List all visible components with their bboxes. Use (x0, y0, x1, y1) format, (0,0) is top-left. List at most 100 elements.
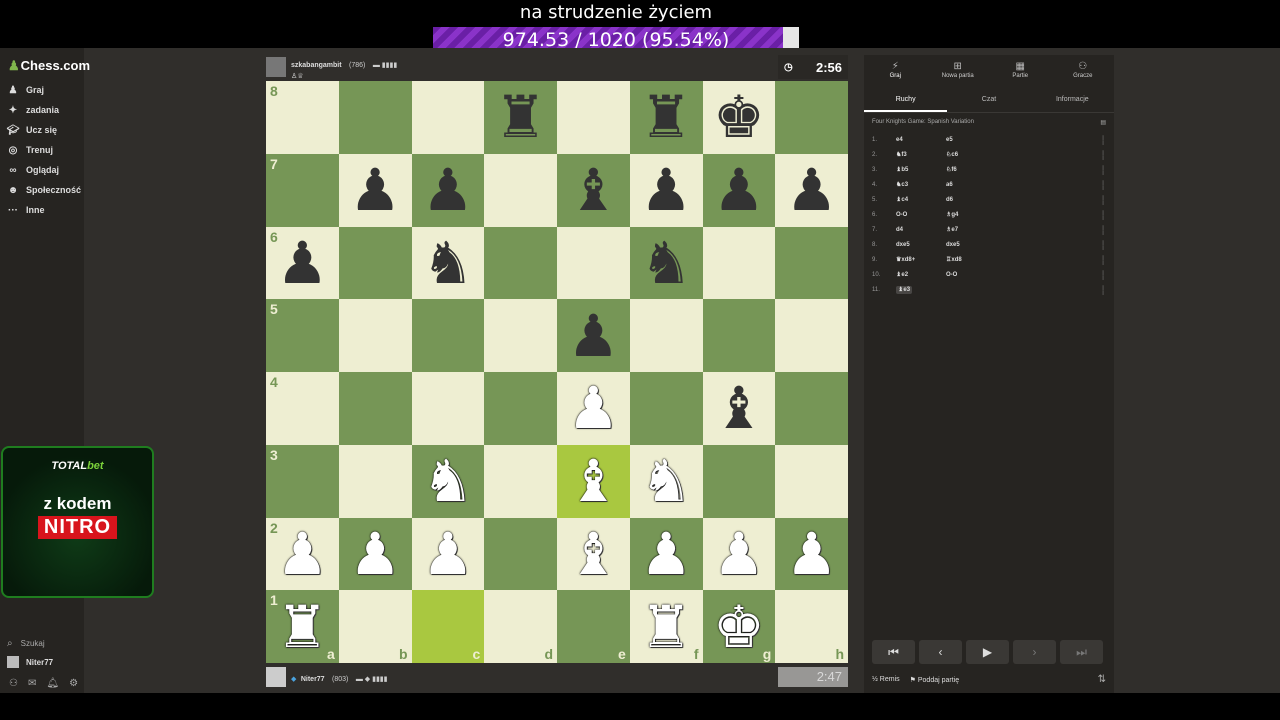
white-move[interactable]: ♞c3 (896, 182, 908, 188)
square-g6[interactable] (702, 226, 776, 300)
sidebar-item-4[interactable]: ∞ Oglądaj (7, 161, 59, 179)
offer-draw-button[interactable]: ½ Remis (872, 676, 900, 683)
sidebar-item-6[interactable]: ··· Inne (7, 201, 45, 219)
panel-tab-2[interactable]: ▦ Partie (989, 55, 1052, 85)
black-move[interactable]: ♖xd8 (946, 256, 1006, 263)
black-move[interactable]: dxe5 (946, 242, 1006, 248)
sub-tab-1[interactable]: Czat (947, 87, 1030, 112)
black-pawn-icon[interactable]: ♟ (786, 161, 838, 219)
square-b8[interactable] (338, 81, 412, 154)
square-b1[interactable]: b (338, 590, 412, 663)
sidebar-item-0[interactable]: ♟ Graj (7, 81, 45, 99)
black-king-icon[interactable]: ♚ (713, 88, 765, 146)
mail-icon[interactable]: ✉ (28, 678, 36, 689)
white-rook-icon[interactable]: ♜ (276, 598, 328, 656)
square-h2[interactable]: ♟ (775, 517, 848, 591)
black-pawn-icon[interactable]: ♟ (422, 161, 474, 219)
square-b5[interactable] (338, 299, 412, 372)
white-knight-icon[interactable]: ♞ (422, 452, 474, 510)
chess-board[interactable]: 8 ♜ ♜ ♚ 7 ♟ ♟ ♝ ♟ ♟ ♟ 6 ♟ ♞ ♞ 5 ♟ 4 ♟ ♝ 3 ♞ ♝ ♞ 2 ♟ ♟ ♟ ♝ ♟ ♟ ♟ 1 a ♜ b c d e f… (266, 81, 848, 663)
black-pawn-icon[interactable]: ♟ (567, 307, 619, 365)
white-bishop-icon[interactable]: ♝ (567, 525, 619, 583)
square-h6[interactable] (775, 226, 848, 300)
square-f1[interactable]: f ♜ (629, 590, 703, 663)
white-move[interactable]: ♝e3 (896, 286, 913, 294)
square-h8[interactable] (775, 81, 848, 154)
bell-icon[interactable]: 🔔︎ (46, 678, 59, 689)
square-h3[interactable] (775, 444, 848, 518)
square-e1[interactable]: e (557, 590, 630, 663)
white-pawn-icon[interactable]: ♟ (422, 525, 474, 583)
flip-board-icon[interactable]: ⇅ (1098, 674, 1106, 685)
square-g7[interactable]: ♟ (702, 153, 776, 227)
black-pawn-icon[interactable]: ♟ (713, 161, 765, 219)
sub-tab-2[interactable]: Informacje (1031, 87, 1114, 112)
square-g8[interactable]: ♚ (702, 81, 776, 154)
white-pawn-icon[interactable]: ♟ (713, 525, 765, 583)
white-pawn-icon[interactable]: ♟ (786, 525, 838, 583)
black-move[interactable]: ♘f6 (946, 166, 1006, 173)
square-c3[interactable]: ♞ (411, 444, 485, 518)
gear-icon[interactable]: ⚙ (69, 678, 78, 689)
square-c8[interactable] (411, 81, 485, 154)
square-b2[interactable]: ♟ (338, 517, 412, 591)
opponent-name[interactable]: szkabangambit (291, 62, 342, 69)
square-g4[interactable]: ♝ (702, 372, 776, 445)
square-h7[interactable]: ♟ (775, 153, 848, 227)
sidebar-item-5[interactable]: ☻ Społeczność (7, 181, 81, 199)
black-move[interactable]: e5 (946, 137, 1006, 143)
square-e3[interactable]: ♝ (557, 444, 630, 518)
black-move[interactable]: ♗e7 (946, 226, 1006, 233)
square-f5[interactable] (629, 299, 703, 372)
black-move[interactable]: ♘c6 (946, 151, 1006, 158)
white-move[interactable]: e4 (896, 137, 903, 143)
square-d3[interactable] (484, 444, 557, 518)
square-d4[interactable] (484, 372, 557, 445)
white-king-icon[interactable]: ♚ (713, 598, 765, 656)
player-avatar[interactable] (266, 667, 286, 687)
square-a4[interactable]: 4 (266, 372, 339, 445)
square-g2[interactable]: ♟ (702, 517, 776, 591)
square-e8[interactable] (557, 81, 630, 154)
square-d1[interactable]: d (484, 590, 557, 663)
square-c5[interactable] (411, 299, 485, 372)
black-knight-icon[interactable]: ♞ (422, 234, 474, 292)
square-d7[interactable] (484, 153, 557, 227)
white-pawn-icon[interactable]: ♟ (276, 525, 328, 583)
square-f4[interactable] (629, 372, 703, 445)
square-a8[interactable]: 8 (266, 81, 339, 154)
black-knight-icon[interactable]: ♞ (640, 234, 692, 292)
square-d8[interactable]: ♜ (484, 81, 557, 154)
panel-tab-0[interactable]: ⚡︎ Graj (864, 55, 927, 85)
panel-tab-1[interactable]: ⊞ Nowa partia (927, 55, 990, 85)
opponent-avatar[interactable] (266, 57, 286, 77)
white-move[interactable]: ♛xd8+ (896, 257, 915, 263)
square-b3[interactable] (338, 444, 412, 518)
square-d2[interactable] (484, 517, 557, 591)
square-f3[interactable]: ♞ (629, 444, 703, 518)
black-move[interactable]: a6 (946, 182, 1006, 188)
square-g5[interactable] (702, 299, 776, 372)
square-c4[interactable] (411, 372, 485, 445)
square-e7[interactable]: ♝ (557, 153, 630, 227)
search-button[interactable]: ⌕ Szukaj (7, 638, 45, 649)
white-pawn-icon[interactable]: ♟ (567, 379, 619, 437)
resign-button[interactable]: ⚑ Poddaj partię (910, 676, 960, 684)
black-rook-icon[interactable]: ♜ (640, 88, 692, 146)
white-move[interactable]: O-O (896, 212, 907, 218)
next-move-button[interactable]: › (1013, 640, 1056, 664)
sidebar-item-3[interactable]: ◎ Trenuj (7, 141, 53, 159)
first-move-button[interactable]: ⏮ (872, 640, 915, 664)
black-move[interactable]: d6 (946, 197, 1006, 203)
black-move[interactable]: ♗g4 (946, 211, 1006, 218)
square-h5[interactable] (775, 299, 848, 372)
white-pawn-icon[interactable]: ♟ (640, 525, 692, 583)
black-move[interactable]: O-O (946, 272, 1006, 278)
panel-tab-3[interactable]: ⚇ Gracze (1052, 55, 1115, 85)
square-a7[interactable]: 7 (266, 153, 339, 227)
square-c2[interactable]: ♟ (411, 517, 485, 591)
square-b4[interactable] (338, 372, 412, 445)
square-f6[interactable]: ♞ (629, 226, 703, 300)
square-b7[interactable]: ♟ (338, 153, 412, 227)
white-move[interactable]: ♝c4 (896, 197, 908, 203)
